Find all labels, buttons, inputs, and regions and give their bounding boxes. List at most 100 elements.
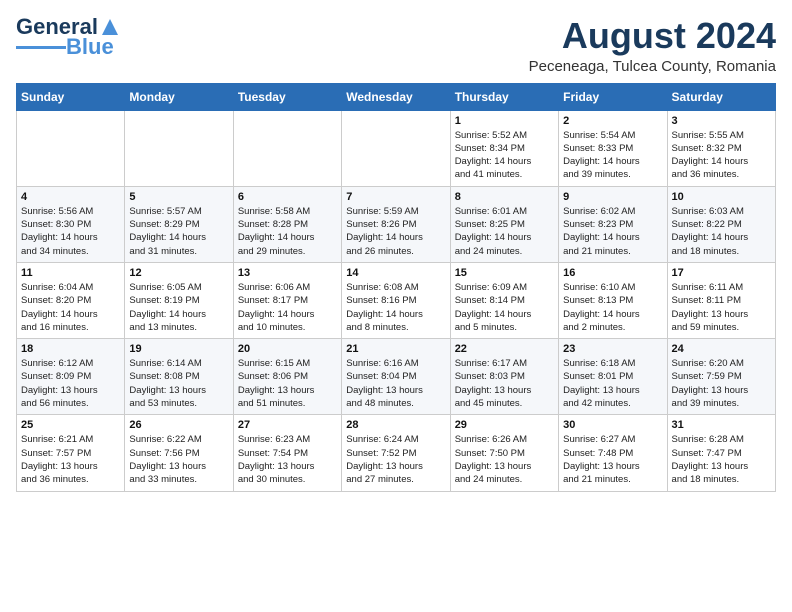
day-number: 9 <box>563 191 662 203</box>
calendar-cell: 22 Sunrise: 6:17 AM Sunset: 8:03 PM Dayli… <box>450 339 558 415</box>
day-header-sunday: Sunday <box>17 83 125 110</box>
title-section: August 2024 Peceneaga, Tulcea County, Ro… <box>529 16 776 75</box>
logo-blue: Blue <box>66 36 114 58</box>
calendar-cell <box>342 110 450 186</box>
day-number: 14 <box>346 267 445 279</box>
month-title: August 2024 <box>529 16 776 56</box>
day-info: Sunrise: 6:12 AM Sunset: 8:09 PM Dayligh… <box>21 357 120 410</box>
day-info: Sunrise: 6:22 AM Sunset: 7:56 PM Dayligh… <box>129 433 228 486</box>
day-info: Sunrise: 6:11 AM Sunset: 8:11 PM Dayligh… <box>672 281 771 334</box>
calendar-week-4: 18 Sunrise: 6:12 AM Sunset: 8:09 PM Dayli… <box>17 339 776 415</box>
day-header-saturday: Saturday <box>667 83 775 110</box>
calendar-body: 1 Sunrise: 5:52 AM Sunset: 8:34 PM Daylig… <box>17 110 776 491</box>
day-info: Sunrise: 6:18 AM Sunset: 8:01 PM Dayligh… <box>563 357 662 410</box>
day-number: 30 <box>563 419 662 431</box>
calendar-cell: 5 Sunrise: 5:57 AM Sunset: 8:29 PM Daylig… <box>125 186 233 262</box>
day-info: Sunrise: 5:58 AM Sunset: 8:28 PM Dayligh… <box>238 205 337 258</box>
day-number: 23 <box>563 343 662 355</box>
day-info: Sunrise: 6:05 AM Sunset: 8:19 PM Dayligh… <box>129 281 228 334</box>
day-number: 20 <box>238 343 337 355</box>
calendar-header-row: SundayMondayTuesdayWednesdayThursdayFrid… <box>17 83 776 110</box>
calendar-cell: 15 Sunrise: 6:09 AM Sunset: 8:14 PM Dayli… <box>450 262 558 338</box>
calendar-cell: 3Sunrise: 5:55 AM Sunset: 8:32 PM Daylig… <box>667 110 775 186</box>
day-number: 7 <box>346 191 445 203</box>
day-number: 25 <box>21 419 120 431</box>
day-number: 24 <box>672 343 771 355</box>
day-number: 29 <box>455 419 554 431</box>
calendar-cell: 26 Sunrise: 6:22 AM Sunset: 7:56 PM Dayli… <box>125 415 233 491</box>
calendar-cell: 18 Sunrise: 6:12 AM Sunset: 8:09 PM Dayli… <box>17 339 125 415</box>
day-number: 11 <box>21 267 120 279</box>
day-number: 17 <box>672 267 771 279</box>
calendar-cell: 7 Sunrise: 5:59 AM Sunset: 8:26 PM Daylig… <box>342 186 450 262</box>
day-info: Sunrise: 6:16 AM Sunset: 8:04 PM Dayligh… <box>346 357 445 410</box>
day-info: Sunrise: 6:21 AM Sunset: 7:57 PM Dayligh… <box>21 433 120 486</box>
day-number: 15 <box>455 267 554 279</box>
day-number: 31 <box>672 419 771 431</box>
day-info: Sunrise: 6:17 AM Sunset: 8:03 PM Dayligh… <box>455 357 554 410</box>
day-info: Sunrise: 6:24 AM Sunset: 7:52 PM Dayligh… <box>346 433 445 486</box>
calendar-cell: 23 Sunrise: 6:18 AM Sunset: 8:01 PM Dayli… <box>559 339 667 415</box>
day-info: Sunrise: 6:28 AM Sunset: 7:47 PM Dayligh… <box>672 433 771 486</box>
calendar-week-5: 25 Sunrise: 6:21 AM Sunset: 7:57 PM Dayli… <box>17 415 776 491</box>
calendar-cell: 21 Sunrise: 6:16 AM Sunset: 8:04 PM Dayli… <box>342 339 450 415</box>
day-number: 22 <box>455 343 554 355</box>
day-header-thursday: Thursday <box>450 83 558 110</box>
calendar-cell: 27 Sunrise: 6:23 AM Sunset: 7:54 PM Dayli… <box>233 415 341 491</box>
day-info: Sunrise: 6:09 AM Sunset: 8:14 PM Dayligh… <box>455 281 554 334</box>
calendar-cell: 13 Sunrise: 6:06 AM Sunset: 8:17 PM Dayli… <box>233 262 341 338</box>
day-number: 6 <box>238 191 337 203</box>
day-info: Sunrise: 5:56 AM Sunset: 8:30 PM Dayligh… <box>21 205 120 258</box>
day-number: 2 <box>563 115 662 127</box>
calendar-cell: 11 Sunrise: 6:04 AM Sunset: 8:20 PM Dayli… <box>17 262 125 338</box>
calendar-cell: 16Sunrise: 6:10 AM Sunset: 8:13 PM Dayli… <box>559 262 667 338</box>
day-number: 3 <box>672 115 771 127</box>
day-header-friday: Friday <box>559 83 667 110</box>
day-header-monday: Monday <box>125 83 233 110</box>
location-title: Peceneaga, Tulcea County, Romania <box>529 58 776 75</box>
day-number: 21 <box>346 343 445 355</box>
day-number: 5 <box>129 191 228 203</box>
day-number: 16 <box>563 267 662 279</box>
day-number: 19 <box>129 343 228 355</box>
day-info: Sunrise: 5:59 AM Sunset: 8:26 PM Dayligh… <box>346 205 445 258</box>
day-number: 1 <box>455 115 554 127</box>
day-number: 12 <box>129 267 228 279</box>
calendar-cell: 17 Sunrise: 6:11 AM Sunset: 8:11 PM Dayli… <box>667 262 775 338</box>
day-info: Sunrise: 6:06 AM Sunset: 8:17 PM Dayligh… <box>238 281 337 334</box>
day-info: Sunrise: 6:03 AM Sunset: 8:22 PM Dayligh… <box>672 205 771 258</box>
calendar-table: SundayMondayTuesdayWednesdayThursdayFrid… <box>16 83 776 492</box>
day-info: Sunrise: 6:23 AM Sunset: 7:54 PM Dayligh… <box>238 433 337 486</box>
calendar-cell <box>233 110 341 186</box>
calendar-cell: 4Sunrise: 5:56 AM Sunset: 8:30 PM Daylig… <box>17 186 125 262</box>
day-info: Sunrise: 5:57 AM Sunset: 8:29 PM Dayligh… <box>129 205 228 258</box>
day-info: Sunrise: 6:04 AM Sunset: 8:20 PM Dayligh… <box>21 281 120 334</box>
day-number: 8 <box>455 191 554 203</box>
day-number: 18 <box>21 343 120 355</box>
calendar-cell: 25 Sunrise: 6:21 AM Sunset: 7:57 PM Dayli… <box>17 415 125 491</box>
calendar-cell: 31 Sunrise: 6:28 AM Sunset: 7:47 PM Dayli… <box>667 415 775 491</box>
day-number: 13 <box>238 267 337 279</box>
calendar-cell: 30Sunrise: 6:27 AM Sunset: 7:48 PM Dayli… <box>559 415 667 491</box>
day-info: Sunrise: 6:02 AM Sunset: 8:23 PM Dayligh… <box>563 205 662 258</box>
day-info: Sunrise: 6:08 AM Sunset: 8:16 PM Dayligh… <box>346 281 445 334</box>
day-header-wednesday: Wednesday <box>342 83 450 110</box>
day-info: Sunrise: 6:14 AM Sunset: 8:08 PM Dayligh… <box>129 357 228 410</box>
calendar-cell: 1 Sunrise: 5:52 AM Sunset: 8:34 PM Daylig… <box>450 110 558 186</box>
day-number: 27 <box>238 419 337 431</box>
calendar-cell: 9 Sunrise: 6:02 AM Sunset: 8:23 PM Daylig… <box>559 186 667 262</box>
calendar-week-3: 11 Sunrise: 6:04 AM Sunset: 8:20 PM Dayli… <box>17 262 776 338</box>
calendar-cell: 10Sunrise: 6:03 AM Sunset: 8:22 PM Dayli… <box>667 186 775 262</box>
day-info: Sunrise: 6:20 AM Sunset: 7:59 PM Dayligh… <box>672 357 771 410</box>
day-info: Sunrise: 5:54 AM Sunset: 8:33 PM Dayligh… <box>563 129 662 182</box>
day-number: 26 <box>129 419 228 431</box>
day-info: Sunrise: 5:52 AM Sunset: 8:34 PM Dayligh… <box>455 129 554 182</box>
day-header-tuesday: Tuesday <box>233 83 341 110</box>
day-info: Sunrise: 6:01 AM Sunset: 8:25 PM Dayligh… <box>455 205 554 258</box>
calendar-cell: 12 Sunrise: 6:05 AM Sunset: 8:19 PM Dayli… <box>125 262 233 338</box>
calendar-cell <box>17 110 125 186</box>
calendar-cell: 8 Sunrise: 6:01 AM Sunset: 8:25 PM Daylig… <box>450 186 558 262</box>
calendar-cell: 19 Sunrise: 6:14 AM Sunset: 8:08 PM Dayli… <box>125 339 233 415</box>
day-number: 28 <box>346 419 445 431</box>
calendar-cell: 2 Sunrise: 5:54 AM Sunset: 8:33 PM Daylig… <box>559 110 667 186</box>
